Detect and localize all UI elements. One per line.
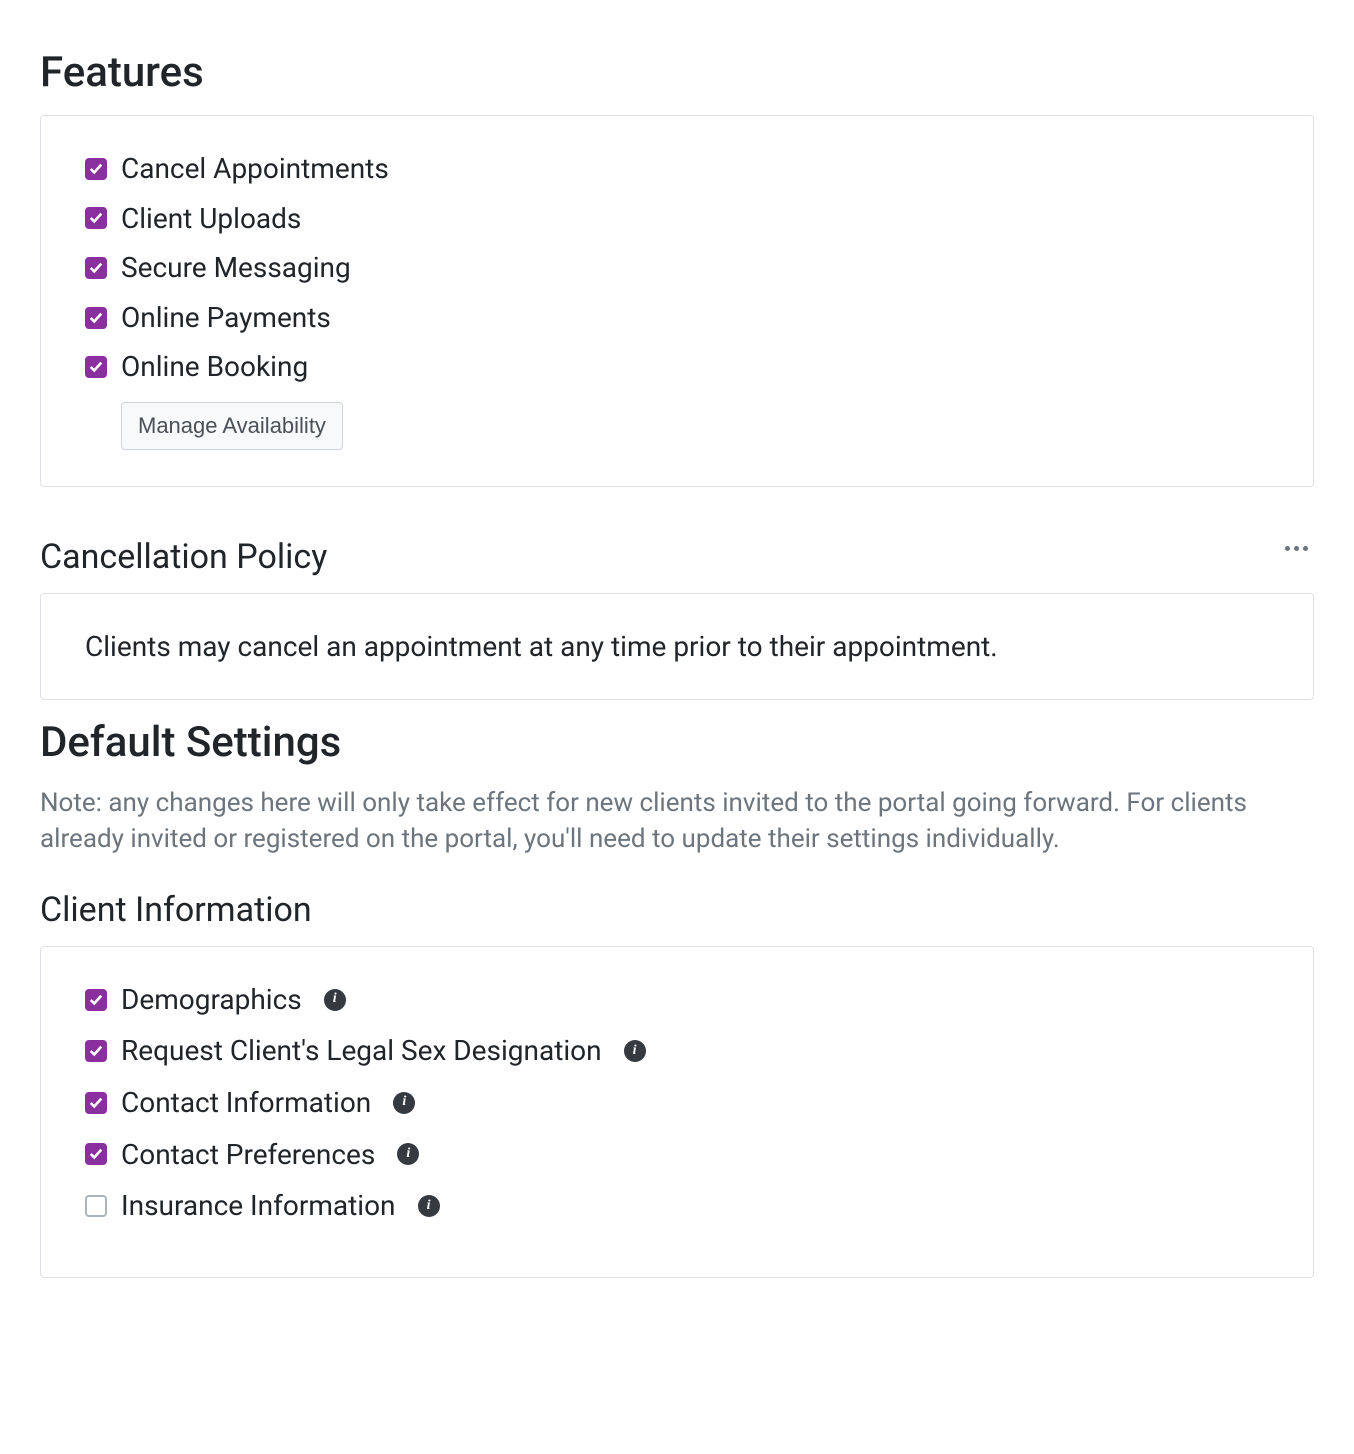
features-panel: Cancel Appointments Client Uploads Secure … (40, 115, 1314, 487)
checkbox-feature-row-1[interactable] (85, 207, 107, 229)
manage-availability-button[interactable]: Manage Availability (121, 402, 343, 450)
info-icon[interactable]: i (624, 1040, 646, 1062)
checkbox-feature-row-0[interactable] (85, 158, 107, 180)
list-item: Online Payments (85, 301, 1269, 335)
checkbox-label: Insurance Information (121, 1189, 396, 1223)
client-information-list: DemographicsiRequest Client's Legal Sex … (85, 983, 1269, 1223)
list-item: Request Client's Legal Sex Designation i (85, 1034, 1269, 1068)
features-heading: Features (40, 48, 1314, 97)
checkbox-label: Demographics (121, 983, 302, 1017)
checkbox-label: Client Uploads (121, 202, 301, 236)
checkbox-label: Online Payments (121, 301, 331, 335)
features-list: Cancel Appointments Client Uploads Secure … (85, 152, 1269, 384)
cancellation-policy-heading: Cancellation Policy (40, 537, 327, 577)
list-item: Online Booking (85, 350, 1269, 384)
more-options-icon[interactable] (1279, 540, 1314, 557)
checkbox-client-info-row-4[interactable] (85, 1195, 107, 1217)
checkbox-client-info-row-0[interactable] (85, 989, 107, 1011)
checkbox-label: Online Booking (121, 350, 308, 384)
list-item: Insurance Information i (85, 1189, 1269, 1223)
client-information-panel: DemographicsiRequest Client's Legal Sex … (40, 946, 1314, 1278)
cancellation-policy-text: Clients may cancel an appointment at any… (85, 630, 1269, 663)
checkbox-client-info-row-3[interactable] (85, 1143, 107, 1165)
checkbox-label: Cancel Appointments (121, 152, 389, 186)
checkbox-client-info-row-1[interactable] (85, 1040, 107, 1062)
default-settings-heading: Default Settings (40, 718, 1314, 767)
info-icon[interactable]: i (418, 1195, 440, 1217)
list-item: Contact Information i (85, 1086, 1269, 1120)
checkbox-label: Contact Preferences (121, 1138, 375, 1172)
checkbox-label: Secure Messaging (121, 251, 351, 285)
default-settings-note: Note: any changes here will only take ef… (40, 785, 1314, 858)
checkbox-client-info-row-2[interactable] (85, 1092, 107, 1114)
list-item: Client Uploads (85, 202, 1269, 236)
info-icon[interactable]: i (324, 989, 346, 1011)
checkbox-feature-row-4[interactable] (85, 356, 107, 378)
list-item: Demographics i (85, 983, 1269, 1017)
checkbox-feature-row-3[interactable] (85, 307, 107, 329)
info-icon[interactable]: i (397, 1143, 419, 1165)
checkbox-feature-row-2[interactable] (85, 257, 107, 279)
list-item: Cancel Appointments (85, 152, 1269, 186)
client-information-heading: Client Information (40, 890, 1314, 930)
cancellation-policy-panel: Clients may cancel an appointment at any… (40, 593, 1314, 700)
list-item: Secure Messaging (85, 251, 1269, 285)
info-icon[interactable]: i (393, 1092, 415, 1114)
list-item: Contact Preferences i (85, 1138, 1269, 1172)
checkbox-label: Contact Information (121, 1086, 371, 1120)
checkbox-label: Request Client's Legal Sex Designation (121, 1034, 602, 1068)
